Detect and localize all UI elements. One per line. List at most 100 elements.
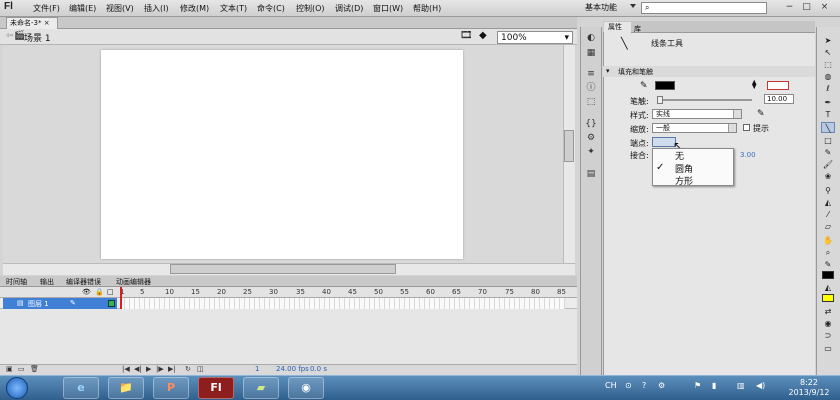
- pencil-tool-icon[interactable]: ✎: [821, 147, 835, 158]
- menu-insert[interactable]: 插入(I): [144, 3, 169, 14]
- minimize-button[interactable]: −: [784, 2, 795, 13]
- cap-option-square[interactable]: 方形: [675, 174, 693, 187]
- menu-modify[interactable]: 修改(M): [180, 3, 209, 14]
- zoom-tool-icon[interactable]: ⌕: [821, 247, 835, 258]
- flag-icon[interactable]: ⚑: [694, 381, 701, 390]
- eye-icon[interactable]: 👁: [82, 288, 91, 296]
- ime-icon[interactable]: ⊙: [625, 381, 632, 390]
- menu-help[interactable]: 帮助(H): [413, 3, 441, 14]
- stroke-color-swatch[interactable]: [655, 81, 675, 90]
- tab-output[interactable]: 输出: [40, 277, 54, 287]
- menu-edit[interactable]: 编辑(E): [69, 3, 96, 14]
- motion-presets-icon[interactable]: ✦: [584, 146, 598, 158]
- rectangle-tool-icon[interactable]: □: [821, 135, 835, 146]
- next-frame-icon[interactable]: |▶: [156, 365, 164, 373]
- taskbar-camera-icon[interactable]: ◉: [288, 377, 324, 399]
- stroke-width-slider[interactable]: [659, 99, 752, 101]
- edit-symbols-icon[interactable]: ◆: [479, 30, 487, 41]
- free-transform-tool-icon[interactable]: ⬚: [821, 59, 835, 70]
- last-frame-icon[interactable]: ▶|: [168, 365, 176, 373]
- color-panel-icon[interactable]: ◐: [584, 32, 598, 44]
- lasso-tool-icon[interactable]: ℓ: [821, 83, 835, 94]
- windows-start-button[interactable]: [6, 377, 28, 399]
- taskbar-app-icon[interactable]: ▰: [243, 377, 279, 399]
- search-input[interactable]: ⌕: [641, 2, 767, 14]
- transform-panel-icon[interactable]: ⬚: [584, 96, 598, 108]
- current-frame[interactable]: 1: [255, 365, 259, 373]
- fill-color-icon[interactable]: ◭: [821, 282, 835, 293]
- menu-commands[interactable]: 命令(C): [257, 3, 285, 14]
- lock-icon[interactable]: 🔒: [95, 288, 104, 296]
- miter-value[interactable]: 3.00: [740, 151, 756, 159]
- hand-tool-icon[interactable]: ✋: [821, 235, 835, 246]
- eyedropper-tool-icon[interactable]: ⁄: [821, 209, 835, 220]
- brush-tool-icon[interactable]: 🖌: [821, 159, 835, 170]
- stroke-color-chip[interactable]: [822, 271, 834, 279]
- prev-frame-icon[interactable]: ◀|: [134, 365, 142, 373]
- fill-color-swatch[interactable]: [767, 81, 789, 90]
- align-panel-icon[interactable]: ≡: [584, 68, 598, 80]
- eraser-tool-icon[interactable]: ▱: [821, 221, 835, 232]
- layer-color-swatch[interactable]: [108, 300, 115, 307]
- swap-colors-icon[interactable]: ⇄: [821, 306, 835, 317]
- tab-properties[interactable]: 属性: [604, 22, 631, 33]
- outline-icon[interactable]: □: [107, 288, 114, 296]
- menu-control[interactable]: 控制(O): [296, 3, 325, 14]
- tab-library[interactable]: 库: [634, 24, 641, 34]
- menu-file[interactable]: 文件(F): [33, 3, 60, 14]
- play-icon[interactable]: ▶: [146, 365, 151, 373]
- system-clock[interactable]: 8:22 2013/9/12: [779, 378, 839, 398]
- stroke-color-icon[interactable]: ✎: [821, 259, 835, 270]
- new-folder-icon[interactable]: ▭: [18, 365, 25, 373]
- deco-tool-icon[interactable]: ❀: [821, 171, 835, 182]
- history-panel-icon[interactable]: ▤: [584, 168, 598, 180]
- delete-icon[interactable]: 🗑: [30, 365, 39, 373]
- battery-icon[interactable]: ▮: [712, 381, 716, 390]
- chevron-down-icon[interactable]: [733, 110, 741, 118]
- frame-cells[interactable]: [120, 298, 565, 309]
- tab-timeline[interactable]: 时间轴: [6, 277, 27, 287]
- horizontal-scroll-thumb[interactable]: [170, 264, 396, 274]
- hint-checkbox[interactable]: [743, 124, 750, 131]
- close-icon[interactable]: ×: [44, 19, 50, 27]
- menu-text[interactable]: 文本(T): [220, 3, 247, 14]
- taskbar-powerpoint-icon[interactable]: P: [153, 377, 189, 399]
- 3d-rotation-tool-icon[interactable]: ◍: [821, 71, 835, 82]
- help-icon[interactable]: ?: [642, 381, 646, 390]
- smooth-icon[interactable]: ⊃: [821, 330, 835, 341]
- cap-option-none[interactable]: 无: [675, 149, 684, 162]
- straighten-icon[interactable]: ▭: [821, 343, 835, 354]
- subselection-tool-icon[interactable]: ↖: [821, 47, 835, 58]
- taskbar-ie-icon[interactable]: e: [63, 377, 99, 399]
- chevron-down-icon[interactable]: [728, 124, 736, 132]
- scale-select[interactable]: 一般: [652, 123, 737, 133]
- layer-name[interactable]: 图层 1: [28, 299, 49, 309]
- loop-icon[interactable]: ↻: [185, 365, 191, 373]
- line-tool-icon[interactable]: ╲: [821, 122, 835, 133]
- style-select[interactable]: 实线: [652, 109, 742, 119]
- taskbar-flash-icon[interactable]: Fl: [198, 377, 234, 399]
- new-layer-icon[interactable]: ▣: [6, 365, 13, 373]
- settings-icon[interactable]: ⚙: [658, 381, 665, 390]
- pen-tool-icon[interactable]: ✒: [821, 97, 835, 108]
- vertical-scroll-thumb[interactable]: [564, 130, 574, 162]
- chevron-down-icon[interactable]: [630, 4, 636, 8]
- swatches-panel-icon[interactable]: ▦: [584, 47, 598, 59]
- close-button[interactable]: ×: [819, 2, 830, 13]
- stage-canvas[interactable]: [101, 50, 463, 259]
- components-icon[interactable]: ⚙: [584, 132, 598, 144]
- text-tool-icon[interactable]: T: [821, 109, 835, 120]
- maximize-button[interactable]: □: [801, 2, 812, 13]
- selection-tool-icon[interactable]: ➤: [821, 35, 835, 46]
- document-tab[interactable]: 未命名-3* ×: [6, 17, 58, 29]
- network-icon[interactable]: ▥: [737, 381, 745, 390]
- paint-bucket-tool-icon[interactable]: ◭: [821, 197, 835, 208]
- back-arrow-icon[interactable]: ⇦: [6, 31, 14, 41]
- first-frame-icon[interactable]: |◀: [122, 365, 130, 373]
- tab-motion-editor[interactable]: 动画编辑器: [116, 277, 151, 287]
- zoom-select[interactable]: 100% ▾: [497, 31, 573, 44]
- onion-skin-icon[interactable]: ◫: [197, 365, 204, 373]
- code-snippets-icon[interactable]: {}: [584, 118, 598, 130]
- chevron-down-icon[interactable]: ▾: [606, 67, 610, 75]
- input-language[interactable]: CH: [605, 381, 617, 390]
